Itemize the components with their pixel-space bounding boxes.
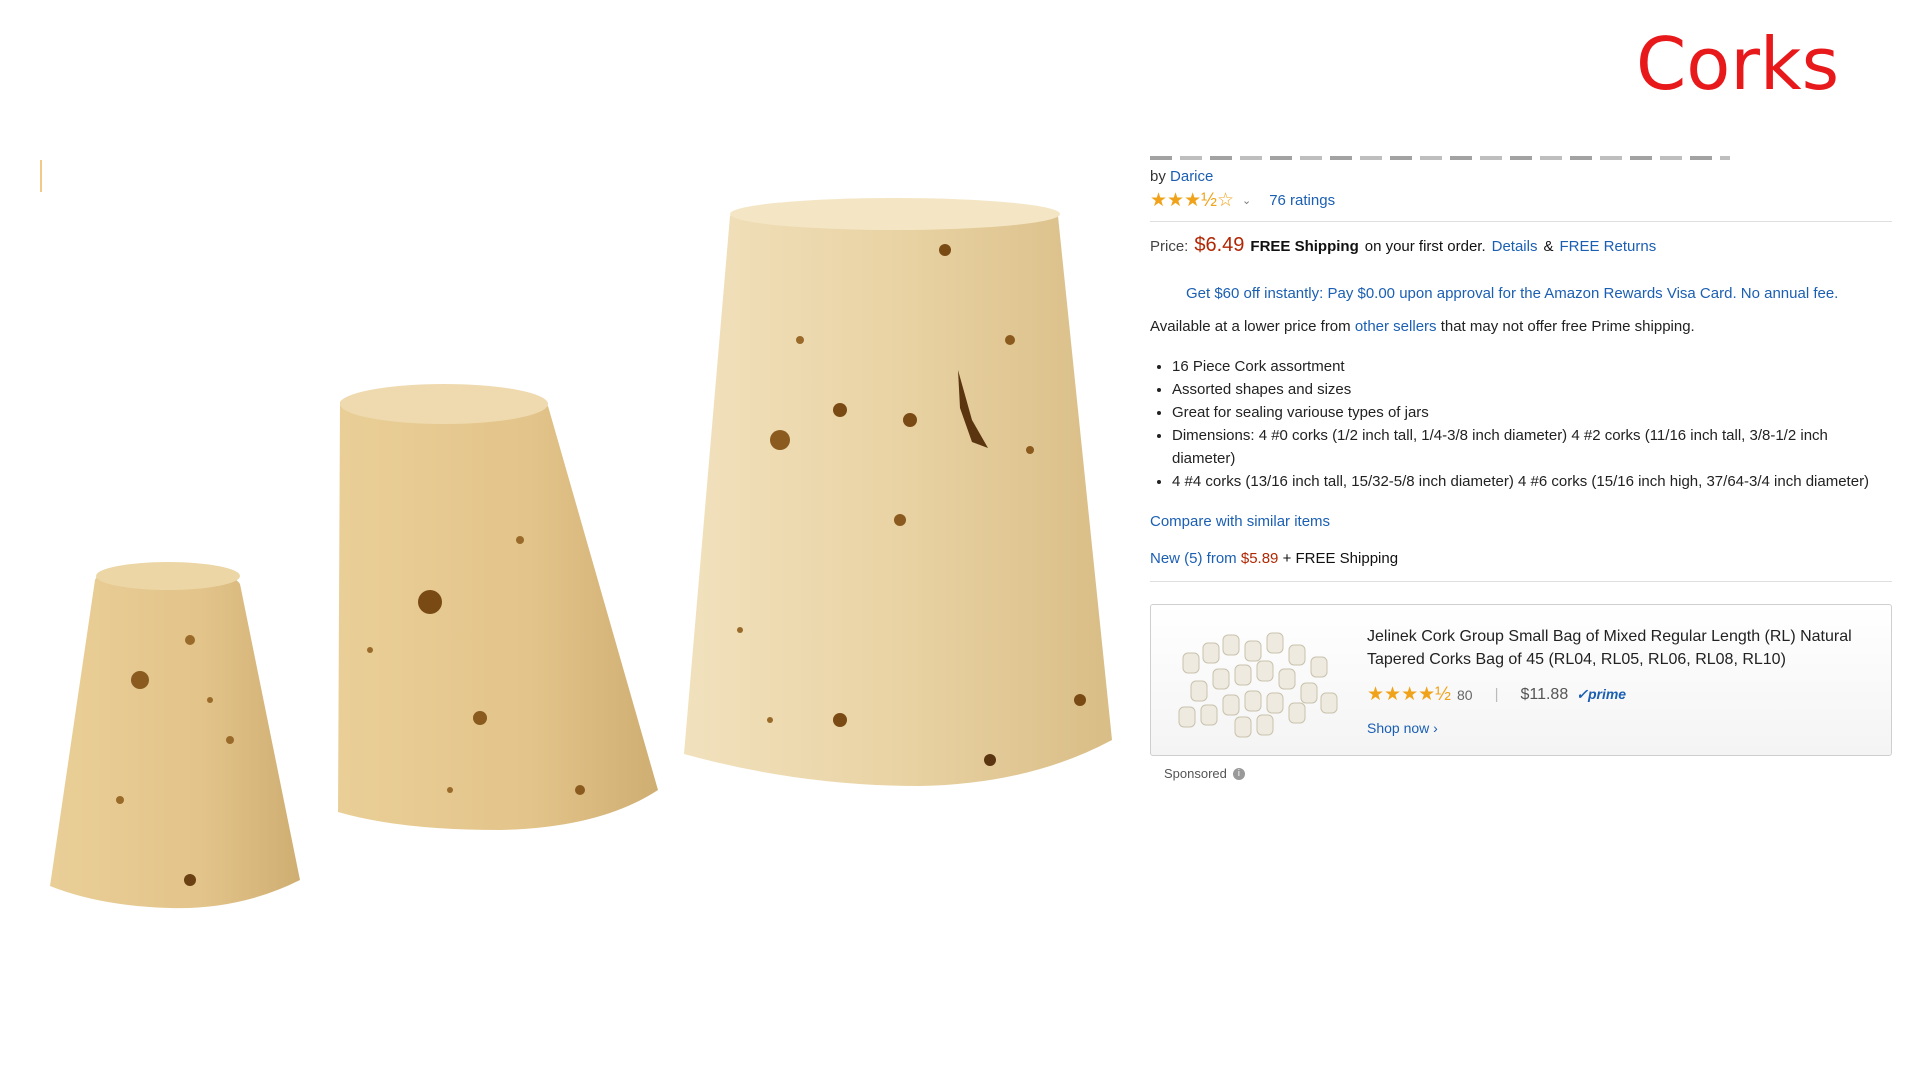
price-label: Price: [1150, 238, 1189, 255]
brand-link[interactable]: Darice [1170, 168, 1213, 185]
feature-bullet: Dimensions: 4 #0 corks (1/2 inch tall, 1… [1172, 424, 1892, 470]
feature-bullets: 16 Piece Cork assortment Assorted shapes… [1150, 355, 1892, 493]
feature-bullet: Great for sealing variouse types of jars [1172, 401, 1892, 424]
sponsored-text: Sponsored [1164, 766, 1227, 781]
product-image [40, 180, 1120, 940]
cork-small [50, 562, 300, 909]
feature-bullet: 4 #4 corks (13/16 inch tall, 15/32-5/8 i… [1172, 470, 1892, 493]
price-row: Price: $6.49 FREE Shipping on your first… [1150, 234, 1892, 257]
cork-medium [338, 384, 658, 830]
feature-bullet: Assorted shapes and sizes [1172, 378, 1892, 401]
info-icon[interactable]: i [1232, 767, 1245, 780]
new-offers-shipping: + FREE Shipping [1282, 550, 1399, 567]
cork-large [684, 198, 1112, 786]
availability-note: Available at a lower price from other se… [1150, 318, 1892, 335]
slide-title: Corks [1636, 22, 1840, 106]
ampersand: & [1543, 238, 1554, 255]
separator: | [1494, 686, 1499, 703]
truncated-product-title [1150, 148, 1892, 162]
available-prefix: Available at a lower price from [1150, 318, 1351, 335]
free-returns-link[interactable]: FREE Returns [1560, 238, 1657, 255]
divider [1150, 221, 1892, 222]
sponsored-product-thumbnail[interactable] [1173, 623, 1343, 741]
sponsored-label: Sponsored i [1164, 766, 1892, 781]
sponsored-review-count[interactable]: 80 [1457, 687, 1473, 703]
other-sellers-link[interactable]: other sellers [1355, 318, 1437, 335]
divider [1150, 581, 1892, 582]
sponsored-price: $11.88 [1520, 685, 1569, 703]
shop-now-link[interactable]: Shop now › [1367, 720, 1877, 736]
product-details-panel: by Darice ★★★½☆ ⌄ 76 ratings Price: $6.4… [1150, 148, 1892, 781]
sponsored-product-card[interactable]: Jelinek Cork Group Small Bag of Mixed Re… [1150, 604, 1892, 756]
ratings-link[interactable]: 76 ratings [1269, 192, 1335, 209]
rewards-promo-link[interactable]: Get $60 off instantly: Pay $0.00 upon ap… [1150, 285, 1892, 302]
sponsored-product-title[interactable]: Jelinek Cork Group Small Bag of Mixed Re… [1367, 625, 1877, 671]
chevron-down-icon[interactable]: ⌄ [1242, 194, 1251, 207]
new-offers-link[interactable]: New (5) from [1150, 550, 1237, 567]
price-value: $6.49 [1194, 234, 1245, 256]
feature-bullet: 16 Piece Cork assortment [1172, 355, 1892, 378]
free-shipping-label: FREE Shipping [1250, 238, 1359, 255]
byline: by Darice [1150, 168, 1892, 185]
available-suffix: that may not offer free Prime shipping. [1440, 318, 1695, 335]
details-link[interactable]: Details [1492, 238, 1538, 255]
sponsored-star-rating-icon[interactable]: ★★★★½ [1367, 683, 1451, 706]
sponsored-info: Jelinek Cork Group Small Bag of Mixed Re… [1367, 625, 1877, 736]
prime-badge-icon: ✓prime [1576, 686, 1627, 702]
compare-similar-link[interactable]: Compare with similar items [1150, 513, 1892, 530]
star-rating-icon[interactable]: ★★★½☆ [1150, 189, 1234, 212]
rating-row: ★★★½☆ ⌄ 76 ratings [1150, 189, 1892, 211]
new-offers-price[interactable]: $5.89 [1241, 550, 1279, 567]
new-offers-row: New (5) from $5.89 + FREE Shipping [1150, 550, 1892, 567]
shipping-suffix: on your first order. [1364, 238, 1486, 255]
sponsored-meta-row: ★★★★½ 80 | $11.88 ✓prime [1367, 683, 1877, 706]
by-prefix: by [1150, 168, 1166, 185]
